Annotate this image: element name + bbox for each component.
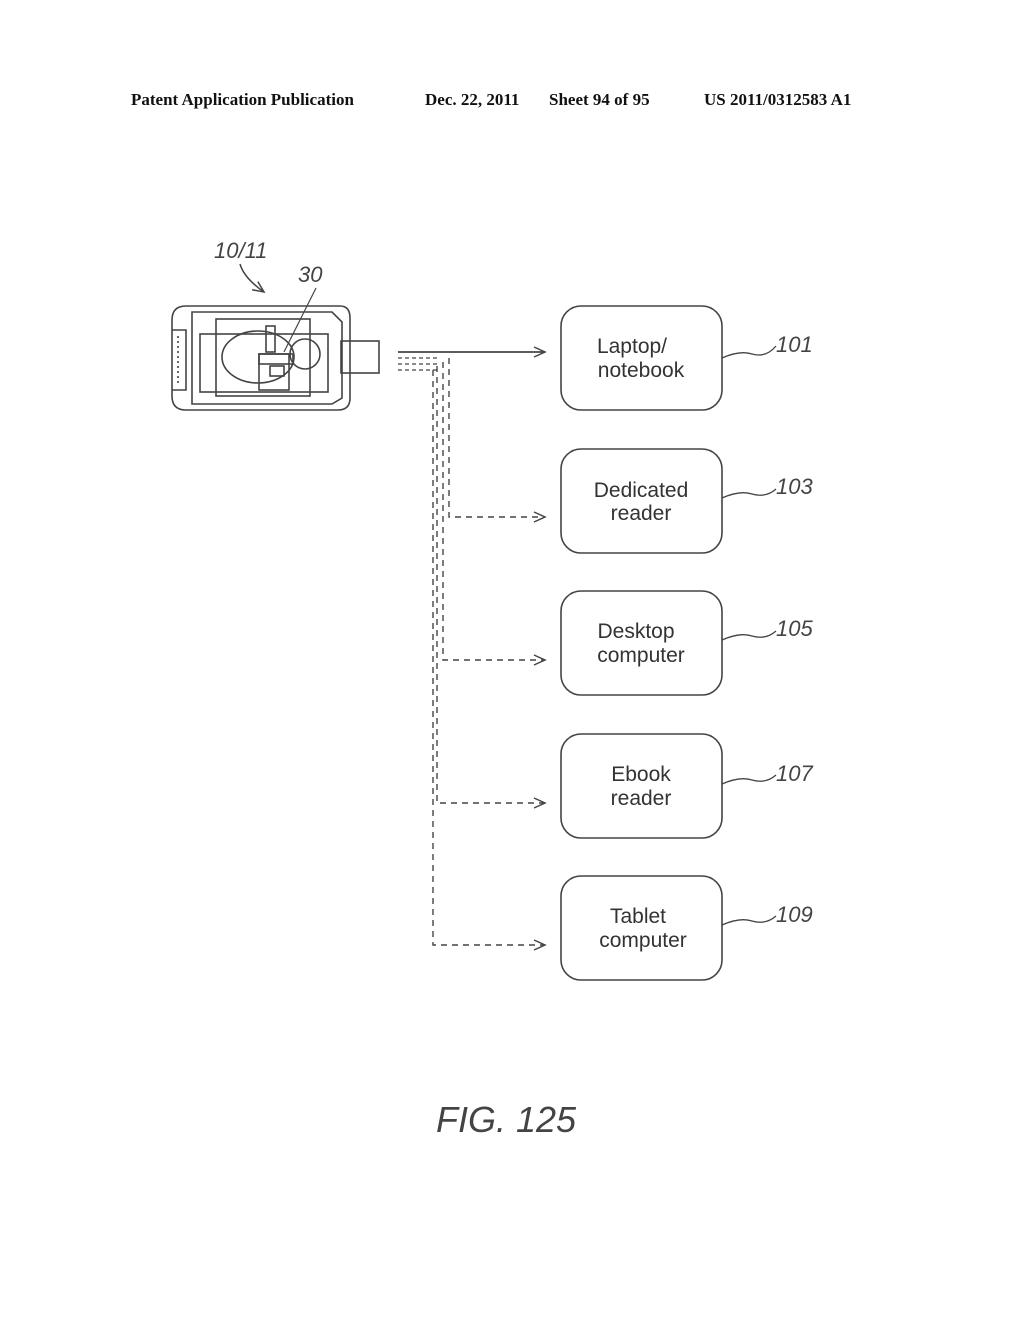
target-desktop: Desktop computer 105 bbox=[560, 590, 813, 696]
target-label-line1: Desktop bbox=[597, 620, 674, 643]
link-dedicated-reader bbox=[448, 358, 547, 523]
target-label-line2: reader bbox=[611, 787, 672, 810]
figure-caption: FIG. 125 bbox=[436, 1099, 577, 1140]
ref-numeral: 103 bbox=[776, 474, 813, 499]
target-label-line2: notebook bbox=[598, 359, 685, 382]
target-label-line2: reader bbox=[611, 502, 672, 525]
target-tablet: Tablet computer 109 bbox=[560, 875, 813, 981]
link-tablet bbox=[432, 370, 547, 951]
target-dedicated-reader: Dedicated reader 103 bbox=[560, 448, 813, 554]
ref-numeral: 107 bbox=[776, 761, 813, 786]
link-desktop bbox=[442, 362, 547, 666]
target-laptop: Laptop/ notebook 101 bbox=[560, 305, 813, 411]
target-ebook-reader: Ebook reader 107 bbox=[560, 733, 813, 839]
component-leader-line bbox=[283, 287, 317, 353]
link-ebook-reader bbox=[436, 366, 547, 809]
diagram-canvas: 10/11 30 Laptop/ notebook 101 Dedicated … bbox=[171, 238, 813, 1140]
ref-numeral: 105 bbox=[776, 616, 813, 641]
target-label-line1: Laptop/ bbox=[597, 335, 667, 358]
device-leader-arrow bbox=[239, 263, 266, 294]
reader-device-icon bbox=[171, 305, 380, 411]
target-label-line1: Dedicated bbox=[594, 479, 689, 502]
ref-numeral: 101 bbox=[776, 332, 813, 357]
ref-numeral: 109 bbox=[776, 902, 813, 927]
target-label-line2: computer bbox=[599, 929, 687, 952]
signal-stubs bbox=[398, 357, 438, 371]
target-label-line2: computer bbox=[597, 644, 685, 667]
target-label-line1: Ebook bbox=[611, 763, 671, 786]
device-label: 10/11 bbox=[214, 238, 267, 263]
component-label: 30 bbox=[298, 262, 323, 287]
target-label-line1: Tablet bbox=[610, 905, 666, 928]
